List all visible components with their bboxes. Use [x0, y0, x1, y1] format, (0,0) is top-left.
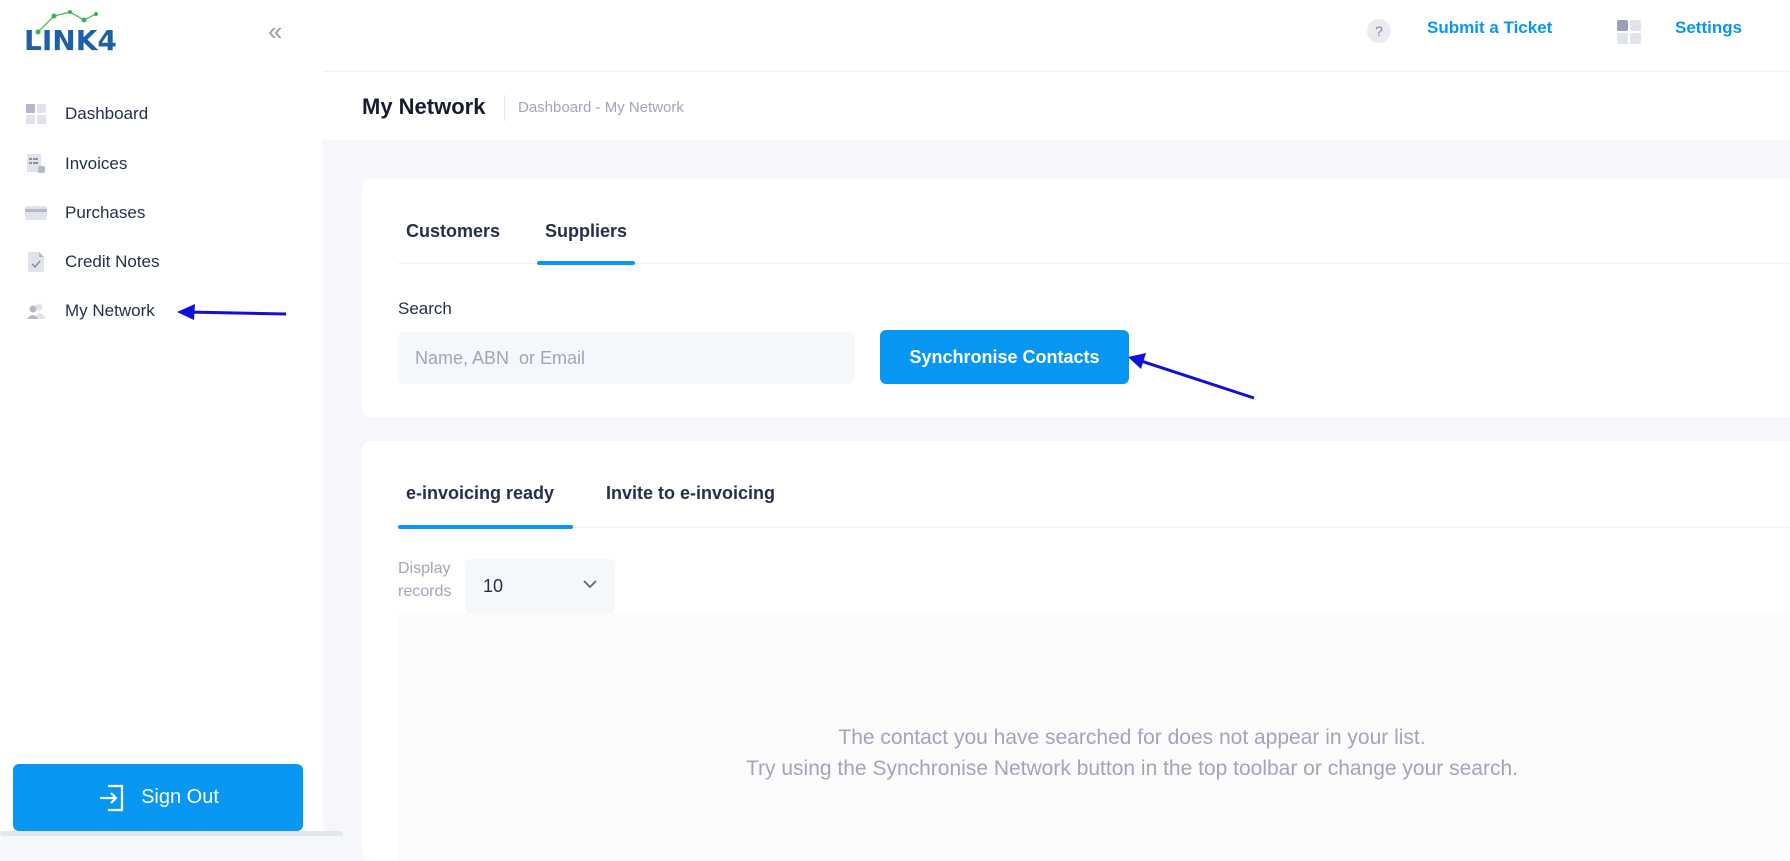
- page-toolbar: My Network Dashboard - My Network: [323, 72, 1790, 140]
- help-icon[interactable]: ?: [1367, 19, 1391, 43]
- contacts-card: e-invoicing ready Invite to e-invoicing …: [362, 441, 1790, 861]
- sign-out-icon: [100, 784, 124, 811]
- search-card: Customers Suppliers Search Synchronise C…: [362, 179, 1790, 417]
- sidebar-item-credit-notes[interactable]: Credit Notes: [25, 247, 295, 277]
- sidebar-item-my-network[interactable]: My Network: [25, 296, 295, 326]
- document-check-icon: [25, 251, 47, 273]
- sidebar-item-label: Purchases: [65, 203, 146, 222]
- sidebar-item-invoices[interactable]: Invoices: [25, 149, 295, 179]
- card-icon: [25, 202, 47, 224]
- collapse-sidebar-icon[interactable]: «: [268, 18, 282, 44]
- sidebar: LINK4 « Dashboard Invoices Purchases Cre…: [0, 0, 343, 836]
- search-input[interactable]: [398, 332, 855, 384]
- tab-e-invoicing-ready[interactable]: e-invoicing ready: [406, 483, 554, 504]
- display-records-label: Display records: [398, 560, 452, 600]
- tab-invite-to-e-invoicing[interactable]: Invite to e-invoicing: [606, 483, 775, 504]
- chevron-down-icon: [583, 580, 597, 589]
- sign-out-label: Sign Out: [141, 786, 219, 808]
- sidebar-item-purchases[interactable]: Purchases: [25, 198, 295, 228]
- breadcrumb[interactable]: Dashboard - My Network: [518, 99, 684, 116]
- sidebar-item-dashboard[interactable]: Dashboard: [25, 99, 295, 129]
- active-tab-indicator: [398, 525, 573, 529]
- sidebar-scrollbar[interactable]: [0, 831, 343, 836]
- tab-customers[interactable]: Customers: [406, 221, 500, 242]
- tabs-divider: [398, 527, 1790, 528]
- logo-text: LINK4: [24, 24, 117, 57]
- apps-grid-icon[interactable]: [1617, 20, 1641, 44]
- active-tab-indicator: [537, 261, 635, 265]
- top-header: ? Submit a Ticket Settings: [323, 0, 1790, 72]
- logo[interactable]: LINK4: [24, 10, 120, 58]
- display-records-select[interactable]: 10: [465, 559, 615, 613]
- empty-message-line-1: The contact you have searched for does n…: [838, 726, 1426, 749]
- users-icon: [25, 300, 47, 322]
- invoice-icon: [25, 153, 47, 175]
- page-title: My Network: [362, 94, 486, 119]
- submit-ticket-link[interactable]: Submit a Ticket: [1427, 18, 1552, 38]
- synchronise-contacts-button[interactable]: Synchronise Contacts: [880, 330, 1129, 384]
- display-records-value: 10: [483, 575, 504, 596]
- sidebar-item-label: Invoices: [65, 154, 128, 173]
- sign-out-button[interactable]: Sign Out: [13, 764, 303, 831]
- empty-message-line-2: Try using the Synchronise Network button…: [746, 757, 1518, 780]
- dashboard-icon: [25, 103, 47, 125]
- sidebar-item-label: Credit Notes: [65, 252, 160, 271]
- search-label: Search: [398, 299, 452, 318]
- sidebar-item-label: My Network: [65, 301, 155, 320]
- title-divider: [504, 95, 505, 121]
- sidebar-item-label: Dashboard: [65, 104, 149, 123]
- settings-link[interactable]: Settings: [1675, 18, 1742, 38]
- tab-suppliers[interactable]: Suppliers: [545, 221, 627, 242]
